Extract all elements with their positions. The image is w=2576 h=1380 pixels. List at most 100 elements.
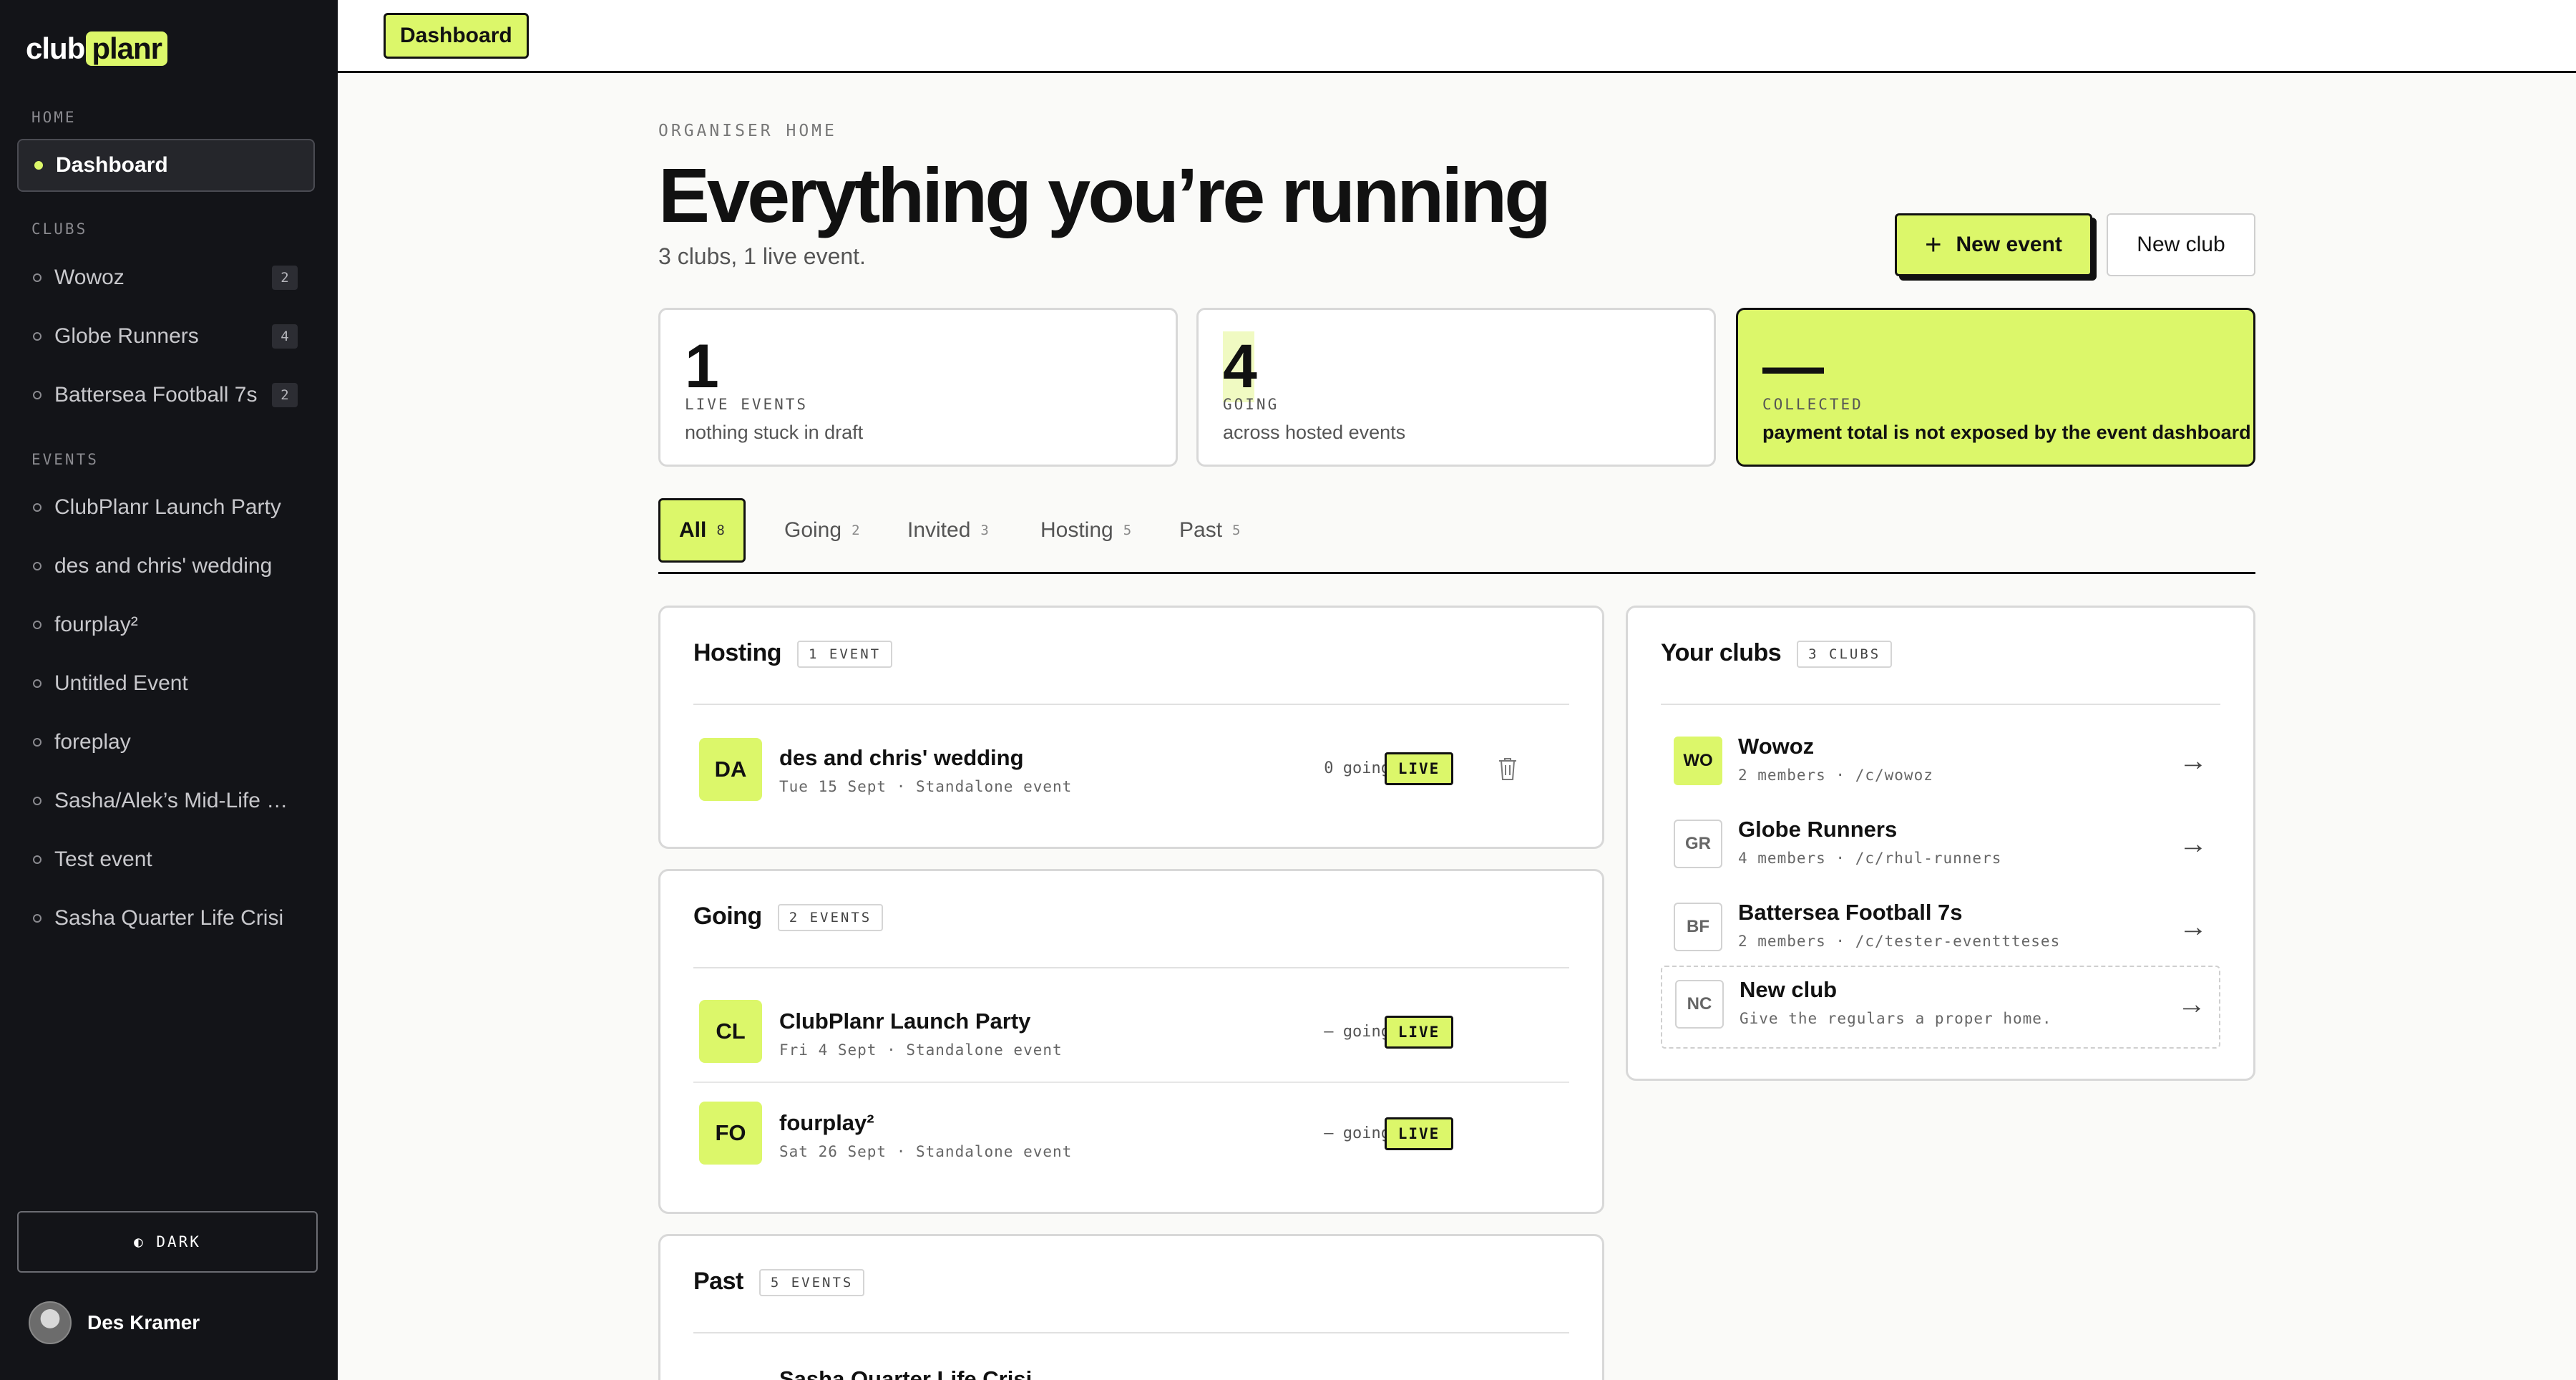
bullet-icon xyxy=(33,503,42,512)
new-club-button[interactable]: New club xyxy=(2107,213,2255,276)
bullet-icon xyxy=(33,391,42,399)
member-count-badge: 4 xyxy=(272,324,298,349)
club-name: New club xyxy=(1740,977,1838,1002)
hosting-card: Hosting 1 EVENT DA des and chris' weddin… xyxy=(658,606,1604,849)
count-badge: 1 EVENT xyxy=(797,641,893,668)
tab-past[interactable]: Past 5 xyxy=(1161,498,1259,563)
member-count-badge: 2 xyxy=(272,383,298,407)
new-event-label: New event xyxy=(1956,233,2062,256)
event-initials: DA xyxy=(699,738,762,801)
app-logo[interactable]: club planr xyxy=(26,31,168,66)
sidebar-item-label: fourplay² xyxy=(54,613,138,636)
bullet-icon xyxy=(33,621,42,629)
club-initials: WO xyxy=(1674,737,1722,785)
tab-hosting[interactable]: Hosting 5 xyxy=(1022,498,1150,563)
going-count: — going xyxy=(1324,1023,1390,1041)
event-row[interactable]: FO fourplay² Sat 26 Sept · Standalone ev… xyxy=(693,1084,1569,1185)
status-badge: LIVE xyxy=(1385,1117,1453,1150)
stat-card-collected: — COLLECTED payment total is not exposed… xyxy=(1736,308,2255,467)
section-label-events: EVENTS xyxy=(31,451,99,468)
bullet-icon xyxy=(33,273,42,282)
event-row[interactable]: CL ClubPlanr Launch Party Fri 4 Sept · S… xyxy=(693,983,1569,1083)
section-label-home: HOME xyxy=(31,109,77,126)
stat-label: GOING xyxy=(1223,396,1279,413)
bullet-icon xyxy=(33,738,42,747)
event-name: fourplay² xyxy=(779,1110,874,1135)
stat-description: nothing stuck in draft xyxy=(685,422,864,443)
arrow-right-icon: → xyxy=(2179,828,2207,860)
sidebar-item-label: Battersea Football 7s xyxy=(54,383,258,407)
stat-card-live-events: 1 LIVE EVENTS nothing stuck in draft xyxy=(658,308,1178,467)
page-eyebrow: ORGANISER HOME xyxy=(658,122,837,140)
sidebar-item-event[interactable]: ClubPlanr Launch Party xyxy=(17,481,315,534)
going-count: — going xyxy=(1324,1124,1390,1142)
logo-text: club xyxy=(26,31,85,65)
tab-count: 8 xyxy=(716,523,725,538)
stat-description: across hosted events xyxy=(1223,422,1406,443)
sidebar-item-label: Sasha Quarter Life Crisi xyxy=(54,906,284,930)
tab-count: 5 xyxy=(1232,523,1241,538)
event-name: des and chris' wedding xyxy=(779,745,1024,770)
user-profile[interactable]: Des Kramer xyxy=(29,1301,200,1344)
tab-label: Invited xyxy=(907,518,971,542)
sidebar-item-event[interactable]: des and chris' wedding xyxy=(17,540,315,593)
event-row[interactable]: Sasha Quarter Life Crisi xyxy=(693,1348,1569,1380)
sidebar-item-club[interactable]: Wowoz 2 xyxy=(17,251,315,304)
arrow-right-icon: → xyxy=(2177,988,2206,1020)
page-title: Everything you’re running xyxy=(658,152,1551,238)
sidebar-item-event[interactable]: Sasha Quarter Life Crisi xyxy=(17,892,315,945)
tab-label: Going xyxy=(784,518,842,542)
event-name: Sasha Quarter Life Crisi xyxy=(779,1366,1033,1380)
count-badge: 2 EVENTS xyxy=(777,904,884,931)
sidebar-item-event[interactable]: Untitled Event xyxy=(17,657,315,710)
theme-toggle-button[interactable]: ◐ DARK xyxy=(17,1211,318,1273)
avatar xyxy=(29,1301,72,1344)
stat-label: LIVE EVENTS xyxy=(685,396,809,413)
sidebar-item-event[interactable]: Test event xyxy=(17,833,315,886)
club-row[interactable]: BF Battersea Football 7s 2 members · /c/… xyxy=(1661,890,2220,973)
card-header: Past 5 EVENTS xyxy=(693,1268,1569,1333)
status-badge: LIVE xyxy=(1385,752,1453,785)
sidebar-item-dashboard[interactable]: Dashboard xyxy=(17,139,315,192)
event-row[interactable]: DA des and chris' wedding Tue 15 Sept · … xyxy=(693,719,1569,820)
your-clubs-card: Your clubs 3 CLUBS WO Wowoz 2 members · … xyxy=(1626,606,2255,1081)
arrow-right-icon: → xyxy=(2179,911,2207,943)
bullet-icon xyxy=(33,914,42,923)
bullet-icon xyxy=(33,855,42,864)
going-card: Going 2 EVENTS CL ClubPlanr Launch Party… xyxy=(658,869,1604,1214)
new-event-button[interactable]: + New event xyxy=(1895,213,2092,276)
page-subtitle: 3 clubs, 1 live event. xyxy=(658,243,866,269)
club-row[interactable]: GR Globe Runners 4 members · /c/rhul-run… xyxy=(1661,807,2220,890)
stat-value: — xyxy=(1762,332,1824,401)
club-initials: BF xyxy=(1674,903,1722,951)
tab-going[interactable]: Going 2 xyxy=(766,498,879,563)
card-title: Past xyxy=(693,1268,743,1295)
club-row[interactable]: WO Wowoz 2 members · /c/wowoz → xyxy=(1661,724,2220,807)
breadcrumb[interactable]: Dashboard xyxy=(384,13,529,59)
logo-highlight: planr xyxy=(86,31,168,66)
event-meta: Fri 4 Sept · Standalone event xyxy=(779,1041,1063,1059)
card-title: Going xyxy=(693,903,762,930)
tab-all[interactable]: All 8 xyxy=(658,498,746,563)
new-club-row[interactable]: NC New club Give the regulars a proper h… xyxy=(1661,966,2220,1049)
trash-icon[interactable] xyxy=(1498,757,1518,781)
event-initials: FO xyxy=(699,1102,762,1165)
sidebar-item-event[interactable]: fourplay² xyxy=(17,598,315,651)
sidebar-item-club[interactable]: Globe Runners 4 xyxy=(17,310,315,363)
sidebar-item-event[interactable]: foreplay xyxy=(17,716,315,769)
tab-label: Past xyxy=(1179,518,1223,542)
stat-label: COLLECTED xyxy=(1762,396,1863,413)
tab-invited[interactable]: Invited 3 xyxy=(889,498,1008,563)
sidebar-item-event[interactable]: Sasha/Alek’s Mid-Life C... xyxy=(17,774,315,827)
sidebar-item-club[interactable]: Battersea Football 7s 2 xyxy=(17,369,315,422)
tab-label: Hosting xyxy=(1040,518,1113,542)
event-meta: Sat 26 Sept · Standalone event xyxy=(779,1143,1073,1160)
filter-tabs: All 8 Going 2 Invited 3 Hosting 5 Past 5 xyxy=(658,498,2255,574)
club-name: Globe Runners xyxy=(1738,817,1898,842)
member-count-badge: 2 xyxy=(272,266,298,290)
club-meta: 4 members · /c/rhul-runners xyxy=(1738,850,2002,867)
club-meta: 2 members · /c/wowoz xyxy=(1738,767,1933,784)
bullet-icon xyxy=(33,679,42,688)
club-initials: GR xyxy=(1674,820,1722,868)
card-header: Your clubs 3 CLUBS xyxy=(1661,639,2220,705)
